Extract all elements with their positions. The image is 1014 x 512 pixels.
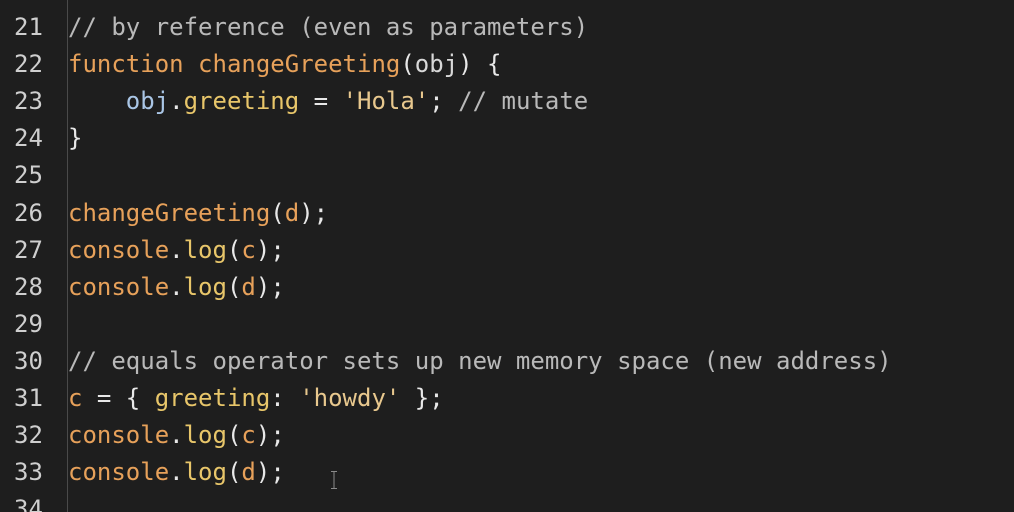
code-token: .: [169, 235, 184, 264]
code-token: // mutate: [458, 87, 589, 116]
line-number: 31: [14, 384, 43, 412]
line-number: 33: [14, 458, 43, 487]
code-token: log: [183, 235, 227, 264]
code-token: (: [226, 272, 242, 301]
code-token: d: [241, 272, 256, 301]
code-token: function: [68, 50, 184, 79]
code-token: log: [183, 272, 227, 301]
code-line[interactable]: 34: [0, 491, 1014, 512]
code-token: :: [270, 384, 300, 412]
code-token: console: [68, 421, 170, 450]
code-text: obj.greeting = 'Hola'; // mutate: [68, 83, 588, 120]
code-token: (: [226, 235, 242, 264]
code-token: );: [255, 458, 285, 487]
code-token: log: [183, 458, 227, 487]
text-cursor-icon: [331, 471, 337, 489]
code-token: // equals operator sets up new memory sp…: [68, 346, 892, 375]
code-text: console.log(c);: [68, 417, 285, 454]
code-token: =: [299, 87, 343, 116]
code-token: .: [169, 272, 184, 301]
line-number: 34: [14, 495, 43, 512]
code-line[interactable]: 21 // by reference (even as parameters): [0, 9, 1014, 46]
code-token: console: [68, 235, 170, 264]
code-token: changeGreeting: [68, 198, 271, 227]
code-token: obj: [414, 50, 459, 79]
code-token: c: [68, 384, 83, 412]
line-number: 25: [14, 161, 43, 190]
code-line[interactable]: 28 console.log(d);: [0, 269, 1014, 306]
code-token: );: [255, 235, 285, 264]
code-line[interactable]: 26 changeGreeting(d);: [0, 195, 1014, 232]
code-token: console: [68, 458, 170, 487]
code-line[interactable]: 29: [0, 306, 1014, 343]
code-text: }: [68, 120, 82, 157]
code-text: // equals operator sets up new memory sp…: [68, 343, 892, 380]
code-line[interactable]: 24}: [0, 120, 1014, 157]
code-token: ) {: [458, 50, 502, 79]
code-text: changeGreeting(d);: [68, 195, 328, 232]
code-line[interactable]: 32 console.log(c);: [0, 417, 1014, 454]
code-line[interactable]: 31 c = { greeting: 'howdy' };: [0, 380, 1014, 417]
code-token: greeting: [183, 87, 300, 116]
line-number: 29: [14, 309, 43, 338]
code-token: = {: [82, 384, 155, 412]
code-token: (: [270, 198, 285, 227]
code-token: 'howdy': [299, 384, 401, 412]
code-token: 'Hola': [342, 87, 430, 116]
code-token: (: [400, 50, 415, 79]
code-token: .: [169, 421, 184, 450]
code-token: c: [241, 421, 256, 450]
code-text: console.log(d);: [68, 269, 285, 306]
line-number: 30: [14, 346, 43, 375]
code-token: .: [169, 458, 184, 487]
code-text: // by reference (even as parameters): [68, 9, 588, 46]
code-line[interactable]: 27 console.log(c);: [0, 232, 1014, 269]
code-token: .: [169, 87, 184, 116]
code-token: d: [284, 198, 300, 227]
line-number: 22: [14, 50, 43, 79]
code-token: (: [226, 458, 242, 487]
line-number: 23: [14, 87, 43, 116]
code-token: console: [68, 272, 170, 301]
code-text: c = { greeting: 'howdy' };: [68, 380, 444, 417]
code-token: (: [226, 421, 242, 450]
code-editor[interactable]: 21 // by reference (even as parameters) 22…: [0, 0, 1014, 512]
code-token: );: [255, 421, 285, 450]
code-line[interactable]: 22 function changeGreeting(obj) {: [0, 46, 1014, 83]
line-number: 24: [14, 124, 43, 153]
code-token: );: [299, 198, 329, 227]
code-token: changeGreeting: [198, 50, 401, 79]
code-token: };: [400, 384, 444, 412]
code-line[interactable]: 23 obj.greeting = 'Hola'; // mutate: [0, 83, 1014, 120]
code-text: console.log(c);: [68, 232, 285, 269]
line-number: 26: [14, 198, 43, 227]
code-token: greeting: [154, 384, 271, 412]
code-line[interactable]: 30 // equals operator sets up new memory …: [0, 343, 1014, 380]
code-token: // by reference (even as parameters): [68, 13, 589, 41]
code-token: ;: [429, 87, 459, 116]
code-text: function changeGreeting(obj) {: [68, 46, 502, 83]
code-text: console.log(d);: [68, 454, 285, 491]
line-number: 21: [14, 13, 43, 41]
code-line[interactable]: 25: [0, 157, 1014, 194]
code-token: obj: [125, 87, 170, 116]
code-token: }: [68, 124, 83, 153]
line-number: 27: [14, 235, 43, 264]
code-token: c: [241, 235, 256, 264]
line-number: 28: [14, 272, 43, 301]
code-token: d: [241, 458, 256, 487]
code-token: log: [183, 421, 227, 450]
code-token: );: [255, 272, 285, 301]
line-number: 32: [14, 421, 43, 450]
code-line[interactable]: 33 console.log(d);: [0, 454, 1014, 491]
